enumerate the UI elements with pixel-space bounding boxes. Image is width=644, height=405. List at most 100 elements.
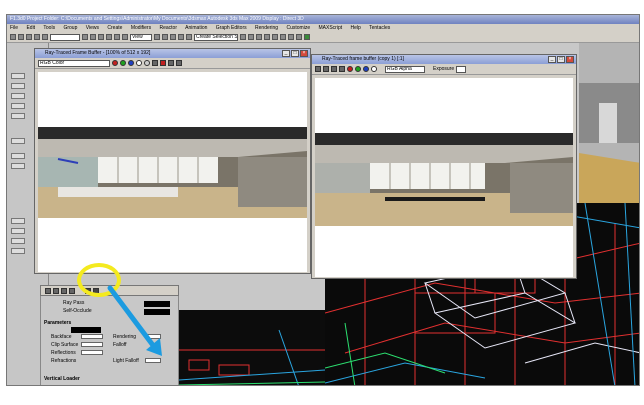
rotate-icon[interactable] <box>114 34 120 40</box>
red-channel-toggle[interactable] <box>347 66 353 72</box>
align-icon[interactable] <box>248 34 254 40</box>
vfb-color-correct-icon[interactable] <box>69 287 75 294</box>
command-rollout[interactable] <box>11 93 25 99</box>
alpha-channel-toggle[interactable] <box>371 66 377 72</box>
curve-editor-icon[interactable] <box>264 34 270 40</box>
select-icon[interactable] <box>82 34 88 40</box>
channel-dropdown[interactable]: RGB Alpha <box>385 65 425 73</box>
menu-file[interactable]: File <box>10 25 18 31</box>
layer-icon[interactable] <box>256 34 262 40</box>
mono-toggle[interactable] <box>144 60 150 66</box>
section-parameters[interactable]: Parameters <box>44 320 71 326</box>
window-controls: _ □ × <box>548 56 574 63</box>
viewport-front[interactable] <box>179 310 325 385</box>
snap-icon[interactable] <box>162 34 168 40</box>
named-selection-dropdown[interactable]: Create Selection Se <box>194 33 238 41</box>
maximize-button[interactable]: □ <box>291 50 299 57</box>
frame-buffer-window-left: Ray-Traced Frame Buffer - [100% of 512 x… <box>34 48 311 274</box>
selection-filter-dropdown[interactable] <box>50 33 80 41</box>
clear-icon[interactable] <box>339 66 345 72</box>
command-rollout[interactable] <box>11 73 25 79</box>
menu-edit[interactable]: Edit <box>26 25 35 31</box>
vfb-history-icon[interactable] <box>45 287 51 294</box>
command-rollout[interactable] <box>11 138 25 144</box>
clone-icon[interactable] <box>168 60 174 66</box>
region-select-icon[interactable] <box>98 34 104 40</box>
angle-snap-icon[interactable] <box>170 34 176 40</box>
save-icon[interactable] <box>315 66 321 72</box>
viewport-left[interactable] <box>579 43 639 203</box>
channel-dropdown[interactable]: RGB Color <box>38 59 110 67</box>
menu-graph-editors[interactable]: Graph Editors <box>216 25 247 31</box>
scale-icon[interactable] <box>122 34 128 40</box>
menu-rendering[interactable]: Rendering <box>255 25 278 31</box>
menu-group[interactable]: Group <box>63 25 77 31</box>
percent-snap-icon[interactable] <box>178 34 184 40</box>
main-toolbar: View Create Selection Se <box>7 32 639 43</box>
clear-icon[interactable] <box>160 60 166 66</box>
exposure-field[interactable] <box>456 65 467 73</box>
menu-tentacles[interactable]: Tentacles <box>369 25 390 31</box>
menu-help[interactable]: Help <box>351 25 361 31</box>
pivot-icon[interactable] <box>154 34 160 40</box>
move-icon[interactable] <box>106 34 112 40</box>
frame-buffer-title-text: Ray-Traced Frame Buffer - [100% of 512 x… <box>45 50 151 56</box>
track-icon[interactable] <box>331 66 337 72</box>
command-rollout[interactable] <box>11 113 25 119</box>
menu-animation[interactable]: Animation <box>185 25 207 31</box>
command-rollout[interactable] <box>11 228 25 234</box>
blue-channel-toggle[interactable] <box>363 66 369 72</box>
command-rollout[interactable] <box>11 238 25 244</box>
minimize-button[interactable]: _ <box>282 50 290 57</box>
maximize-button[interactable]: □ <box>557 56 565 63</box>
undo-icon[interactable] <box>10 34 16 40</box>
render-canvas-right[interactable] <box>315 78 573 277</box>
unlink-icon[interactable] <box>34 34 40 40</box>
section-vertical-loader[interactable]: Vertical Loader <box>44 376 80 382</box>
render-setup-icon[interactable] <box>288 34 294 40</box>
menu-tools[interactable]: Tools <box>43 25 55 31</box>
command-rollout[interactable] <box>11 153 25 159</box>
track-icon[interactable] <box>176 60 182 66</box>
command-rollout[interactable] <box>11 248 25 254</box>
rendered-frame-icon[interactable] <box>296 34 302 40</box>
vfb-lens-icon[interactable] <box>61 287 67 294</box>
red-channel-toggle[interactable] <box>112 60 118 66</box>
clone-icon[interactable] <box>323 66 329 72</box>
menu-create[interactable]: Create <box>107 25 122 31</box>
select-by-name-icon[interactable] <box>90 34 96 40</box>
color-swatch-black[interactable] <box>71 327 101 333</box>
menu-customize[interactable]: Customize <box>286 25 310 31</box>
reference-coord-dropdown[interactable]: View <box>130 33 152 41</box>
app-title: F1.3d0 Project Folder: C:\Documents and … <box>10 16 304 22</box>
menu-maxscript[interactable]: MAXScript <box>319 25 343 31</box>
panel-label-refractions: Refractions <box>51 358 77 364</box>
frame-buffer-title-right: Ray-Traced frame buffer (copy 1) [:1] _ … <box>312 55 576 64</box>
menu-reactor[interactable]: Reactor <box>160 25 178 31</box>
redo-icon[interactable] <box>18 34 24 40</box>
spinner-snap-icon[interactable] <box>186 34 192 40</box>
mirror-icon[interactable] <box>240 34 246 40</box>
command-rollout[interactable] <box>11 83 25 89</box>
vfb-compare-icon[interactable] <box>53 287 59 294</box>
command-rollout[interactable] <box>11 103 25 109</box>
bind-icon[interactable] <box>42 34 48 40</box>
panel-label-clip-surface: Clip Surface <box>51 342 79 348</box>
quick-render-icon[interactable] <box>304 34 310 40</box>
close-button[interactable]: × <box>566 56 574 63</box>
save-icon[interactable] <box>152 60 158 66</box>
menu-views[interactable]: Views <box>86 25 99 31</box>
command-rollout[interactable] <box>11 218 25 224</box>
blue-channel-toggle[interactable] <box>128 60 134 66</box>
menu-modifiers[interactable]: Modifiers <box>131 25 151 31</box>
minimize-button[interactable]: _ <box>548 56 556 63</box>
material-editor-icon[interactable] <box>280 34 286 40</box>
green-channel-toggle[interactable] <box>355 66 361 72</box>
close-button[interactable]: × <box>300 50 308 57</box>
render-canvas-left[interactable] <box>38 72 307 272</box>
green-channel-toggle[interactable] <box>120 60 126 66</box>
schematic-icon[interactable] <box>272 34 278 40</box>
link-icon[interactable] <box>26 34 32 40</box>
alpha-channel-toggle[interactable] <box>136 60 142 66</box>
command-rollout[interactable] <box>11 163 25 169</box>
